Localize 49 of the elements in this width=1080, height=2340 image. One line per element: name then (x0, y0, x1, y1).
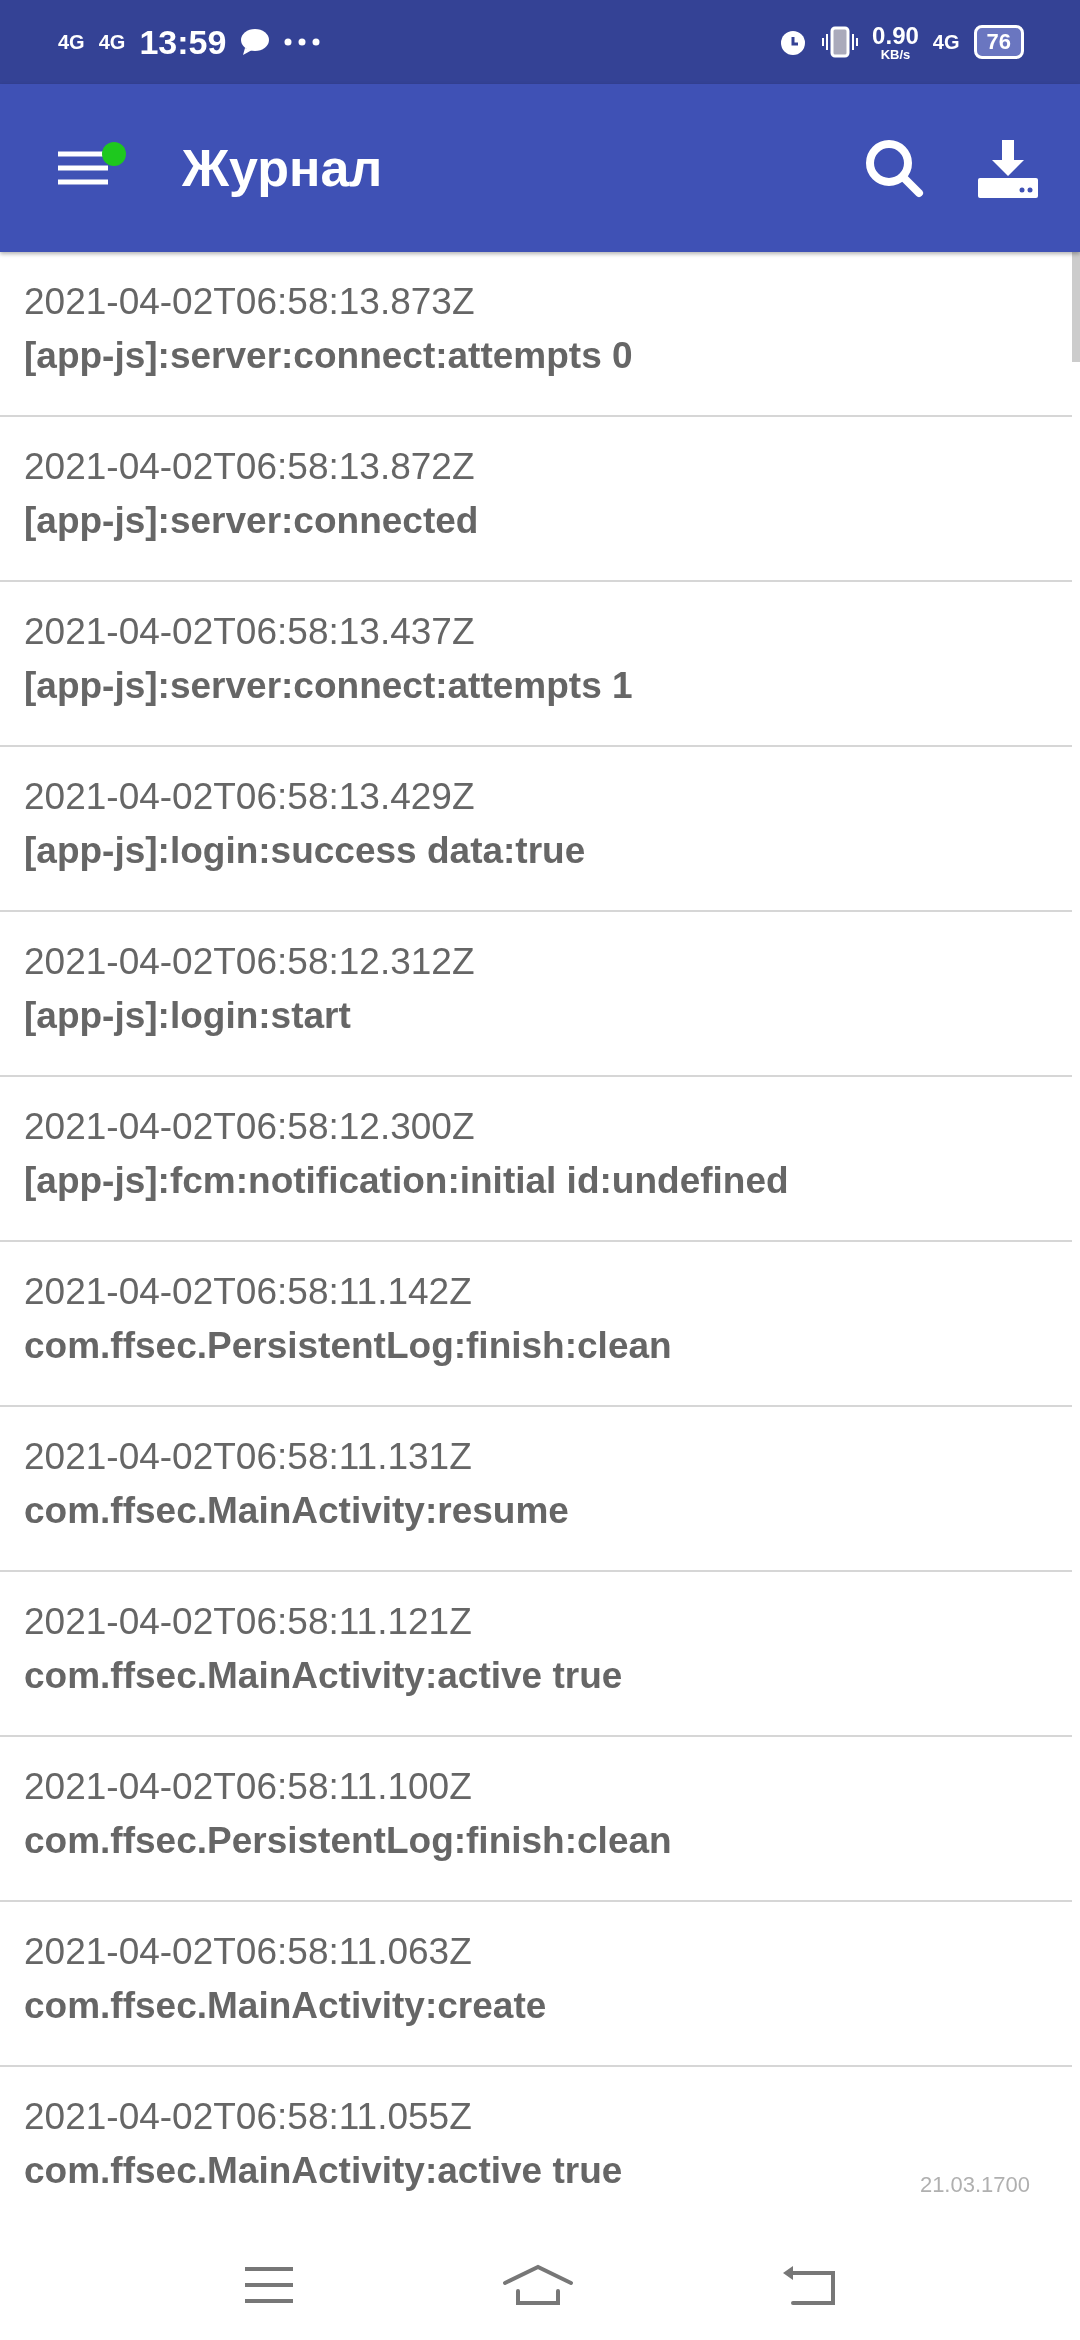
log-timestamp: 2021-04-02T06:58:11.142Z (24, 1270, 473, 1314)
log-timestamp: 2021-04-02T06:58:11.055Z (24, 2095, 473, 2139)
log-entry[interactable]: 2021-04-02T06:58:13.437Z [app-js]:server:connect:attempts 1 (0, 582, 1072, 747)
log-entry[interactable]: 2021-04-02T06:58:11.100Z com.ffsec.PersistentLog:finish:clean (0, 1737, 1072, 1902)
log-message: com.ffsec.PersistentLog:finish:clean (24, 1819, 672, 1863)
log-timestamp: 2021-04-02T06:58:11.131Z (24, 1435, 473, 1479)
clock: 13:59 (139, 22, 227, 62)
log-message: com.ffsec.MainActivity:resume (24, 1489, 569, 1533)
network-label: 4G (932, 30, 960, 54)
more-icon (284, 38, 321, 46)
log-timestamp: 2021-04-02T06:58:11.121Z (24, 1600, 473, 1644)
log-timestamp: 2021-04-02T06:58:13.429Z (24, 775, 476, 819)
home-icon[interactable] (502, 2263, 574, 2307)
log-entry[interactable]: 2021-04-02T06:58:11.121Z com.ffsec.MainActivity:active true (0, 1572, 1072, 1737)
log-entry[interactable]: 2021-04-02T06:58:11.142Z com.ffsec.PersistentLog:finish:clean (0, 1242, 1072, 1407)
log-message: [app-js]:server:connect:attempts 0 (24, 334, 633, 378)
log-entry[interactable]: 2021-04-02T06:58:11.131Z com.ffsec.MainActivity:resume (0, 1407, 1072, 1572)
log-timestamp: 2021-04-02T06:58:13.873Z (24, 280, 476, 324)
version-label: 21.03.1700 (919, 2172, 1030, 2198)
battery-level: 76 (973, 25, 1024, 59)
speed-value: 0.90 (872, 23, 919, 48)
network-label: 4G (58, 30, 85, 54)
log-message: com.ffsec.MainActivity:active true (24, 1654, 623, 1698)
log-timestamp: 2021-04-02T06:58:11.063Z (24, 1930, 473, 1974)
log-timestamp: 2021-04-02T06:58:12.300Z (24, 1105, 476, 1149)
log-message: [app-js]:login:success data:true (24, 829, 586, 873)
log-entry[interactable]: 2021-04-02T06:58:12.312Z [app-js]:login:start (0, 912, 1072, 1077)
log-message: [app-js]:fcm:notification:initial id:undefined (24, 1159, 789, 1203)
network-label: 4G (98, 30, 126, 54)
log-timestamp: 2021-04-02T06:58:13.872Z (24, 445, 476, 489)
log-entry[interactable]: 2021-04-02T06:58:12.300Z [app-js]:fcm:notification:initial id:undefined (0, 1077, 1072, 1242)
log-entry[interactable]: 2021-04-02T06:58:11.063Z com.ffsec.MainActivity:create (0, 1902, 1072, 2067)
log-timestamp: 2021-04-02T06:58:11.100Z (24, 1765, 473, 1809)
log-entry[interactable]: 2021-04-02T06:58:13.872Z [app-js]:server:connected (0, 417, 1072, 582)
log-message: [app-js]:login:start (24, 994, 351, 1038)
log-message: com.ffsec.MainActivity:active true (24, 2149, 623, 2193)
log-entry[interactable]: 2021-04-02T06:58:13.873Z [app-js]:server:connect:attempts 0 (0, 252, 1072, 417)
log-timestamp: 2021-04-02T06:58:13.437Z (24, 610, 476, 654)
chat-icon (240, 28, 271, 56)
speed-unit: KB/s (880, 47, 911, 61)
log-message: com.ffsec.MainActivity:create (24, 1984, 547, 2028)
log-message: com.ffsec.PersistentLog:finish:clean (24, 1324, 672, 1368)
log-message: [app-js]:server:connect:attempts 1 (24, 664, 633, 708)
app-title: Журнал (182, 138, 384, 198)
log-timestamp: 2021-04-02T06:58:12.312Z (24, 940, 476, 984)
log-message: [app-js]:server:connected (24, 499, 479, 543)
recents-icon[interactable] (243, 2265, 296, 2305)
log-entry[interactable]: 2021-04-02T06:58:13.429Z [app-js]:login:success data:true (0, 747, 1072, 912)
vibrate-icon (822, 26, 859, 58)
